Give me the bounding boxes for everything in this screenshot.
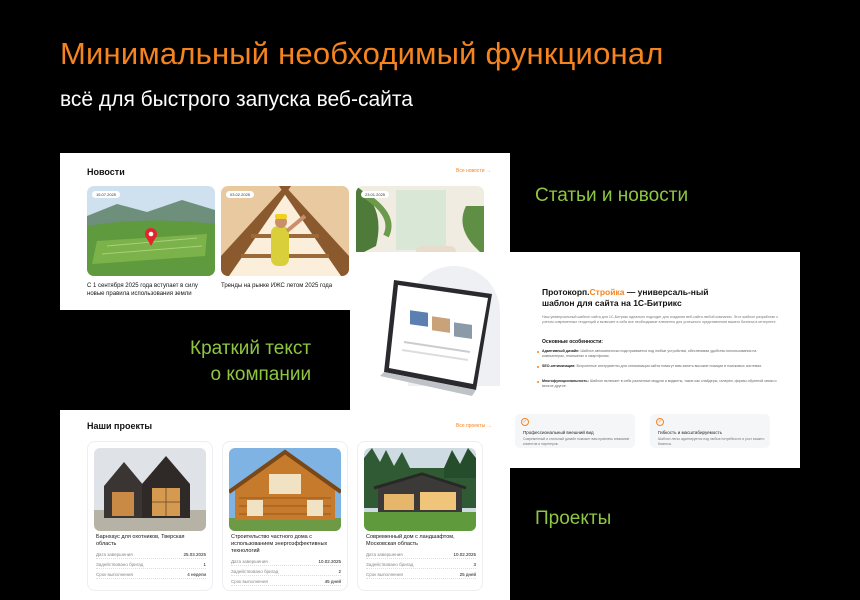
project-row: Дата завершения 10.02.2025 bbox=[231, 559, 341, 566]
project-name: Строительство частного дома с использова… bbox=[231, 534, 328, 554]
check-icon: ✓ bbox=[521, 418, 529, 426]
news-date-badge: 23.01.2025 bbox=[361, 191, 390, 198]
callout-news: Статьи и новости bbox=[535, 185, 689, 206]
news-all-link[interactable]: Все новости → bbox=[456, 168, 491, 174]
project-card[interactable]: Современный дом с ландшафтом, Московская… bbox=[357, 441, 483, 591]
news-title: Новости bbox=[87, 167, 125, 177]
project-name: Барнхаус для охотников, Тверская область bbox=[96, 534, 185, 547]
callout-about: Краткий текст о компании bbox=[190, 336, 311, 388]
project-row: Срок выполнения 25 дней bbox=[366, 572, 476, 579]
row-value: 4 недели bbox=[187, 572, 206, 577]
project-row: Дата завершения 10.02.2025 bbox=[366, 552, 476, 559]
news-item-text: Тренды на рынке ИЖС летом 2025 года bbox=[221, 283, 333, 289]
row-value: 2 bbox=[338, 569, 341, 574]
about-description: Наш универсальный шаблон сайта для 1С-Би… bbox=[542, 315, 779, 324]
feature-item: Многофункциональность: Шаблон включает в… bbox=[537, 379, 780, 389]
news-date-badge: 03.02.2025 bbox=[226, 191, 255, 198]
feature-name: Адаптивный дизайн: bbox=[542, 349, 580, 353]
news-image-construction: 03.02.2025 bbox=[221, 186, 349, 276]
feature-name: Многофункциональность: bbox=[542, 379, 589, 383]
projects-all-link[interactable]: Все проекты → bbox=[456, 423, 492, 429]
row-label: Задействовано бригад bbox=[366, 562, 414, 567]
row-value: 1 bbox=[203, 562, 206, 567]
callout-about-line1: Краткий текст bbox=[190, 338, 312, 359]
about-title: Протокорп.Стройка — универсаль-ный шабло… bbox=[542, 287, 742, 309]
feature-item: Адаптивный дизайн: Шаблон автоматически … bbox=[537, 349, 780, 359]
project-row: Дата завершения 25.03.2025 bbox=[96, 552, 206, 559]
row-value: 25.03.2025 bbox=[183, 552, 206, 557]
news-image-field: 15.07.2025 bbox=[87, 186, 215, 276]
callout-projects: Проекты bbox=[535, 508, 612, 529]
row-value: 45 дней bbox=[324, 579, 341, 584]
project-card[interactable]: Строительство частного дома с использова… bbox=[222, 441, 348, 591]
project-row: Срок выполнения 4 недели bbox=[96, 572, 206, 579]
project-image-modern-house bbox=[364, 448, 476, 531]
project-name: Современный дом с ландшафтом, Московская… bbox=[366, 534, 455, 547]
projects-section-screenshot: Наши проекты Все проекты → Барнхаус для … bbox=[60, 410, 510, 600]
benefit-title: Гибкость и масштабируемость bbox=[658, 430, 722, 435]
news-card[interactable]: 15.07.2025 С 1 сентября 2025 года вступа… bbox=[87, 186, 215, 298]
row-value: 3 bbox=[473, 562, 476, 567]
row-label: Срок выполнения bbox=[231, 579, 268, 584]
row-label: Дата завершения bbox=[366, 552, 403, 557]
row-label: Срок выполнения bbox=[366, 572, 403, 577]
project-row: Задействовано бригад 1 bbox=[96, 562, 206, 569]
projects-title: Наши проекты bbox=[87, 421, 153, 431]
project-row: Срок выполнения 45 дней bbox=[231, 579, 341, 586]
row-label: Срок выполнения bbox=[96, 572, 133, 577]
news-item-text: С 1 сентября 2025 года вступает в силу н… bbox=[87, 283, 198, 297]
row-label: Дата завершения bbox=[231, 559, 268, 564]
about-title-prefix: Протокорп. bbox=[542, 287, 590, 297]
row-label: Дата завершения bbox=[96, 552, 133, 557]
project-row: Задействовано бригад 2 bbox=[231, 569, 341, 576]
about-title-accent: Стройка bbox=[589, 287, 625, 297]
feature-name: SEO-оптимизация: bbox=[542, 364, 576, 368]
features-title: Основные особенности: bbox=[542, 339, 603, 345]
project-image-barnhouse bbox=[94, 448, 206, 531]
benefit-box: ✓ Гибкость и масштабируемость Шаблон лег… bbox=[650, 414, 770, 448]
row-label: Задействовано бригад bbox=[231, 569, 279, 574]
row-value: 10.02.2025 bbox=[453, 552, 476, 557]
feature-item: SEO-оптимизация: Встроенные инструменты … bbox=[537, 364, 780, 369]
project-card[interactable]: Барнхаус для охотников, Тверская область… bbox=[87, 441, 213, 591]
benefit-text: Шаблон легко адаптируется под любые потр… bbox=[658, 437, 765, 446]
callout-about-line2: о компании bbox=[210, 364, 312, 385]
row-value: 10.02.2025 bbox=[318, 559, 341, 564]
benefit-title: Профессиональный внешний вид bbox=[523, 430, 594, 435]
news-card[interactable]: 03.02.2025 Тренды на рынке ИЖС летом 202… bbox=[221, 186, 349, 290]
benefit-box: ✓ Профессиональный внешний вид Современн… bbox=[515, 414, 635, 448]
news-date-badge: 15.07.2025 bbox=[92, 191, 121, 198]
headline: Минимальный необходимый функционал bbox=[60, 36, 664, 71]
project-row: Задействовано бригад 3 bbox=[366, 562, 476, 569]
benefit-text: Современный и стильный дизайн поможет ва… bbox=[523, 437, 630, 446]
check-icon: ✓ bbox=[656, 418, 664, 426]
laptop-mockup-icon bbox=[380, 280, 492, 396]
feature-text: Встроенные инструменты для оптимизации с… bbox=[575, 364, 763, 368]
row-label: Задействовано бригад bbox=[96, 562, 144, 567]
project-image-timber-house bbox=[229, 448, 341, 531]
subheadline: всё для быстрого запуска веб-сайта bbox=[60, 88, 413, 111]
row-value: 25 дней bbox=[459, 572, 476, 577]
